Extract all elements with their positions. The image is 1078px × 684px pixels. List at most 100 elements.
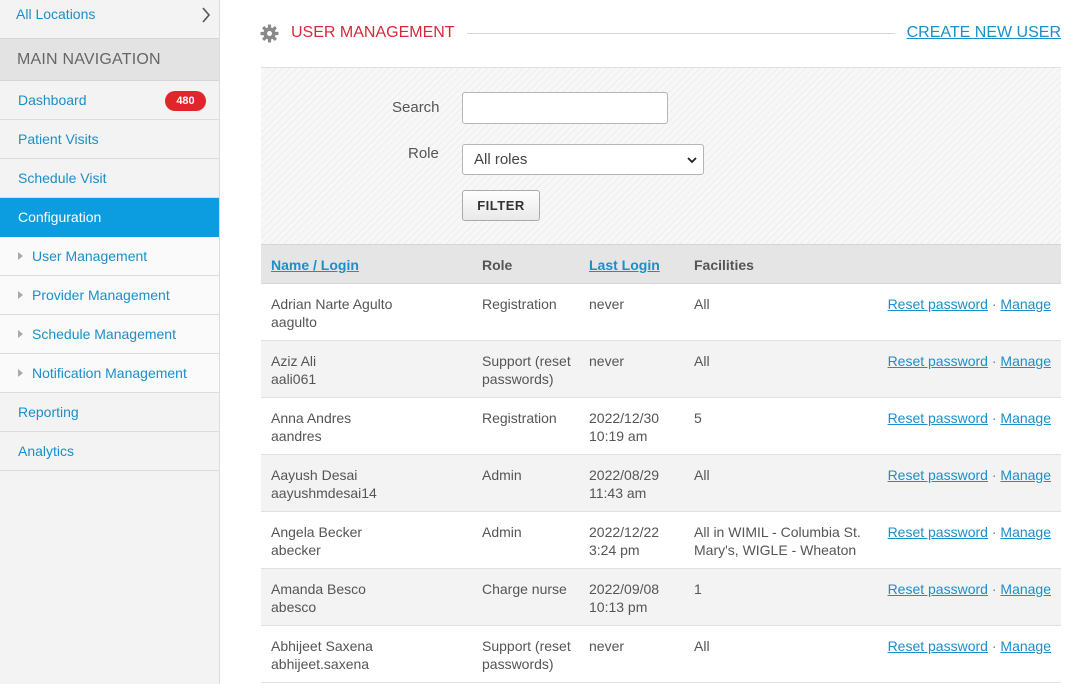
caret-right-icon: [18, 252, 23, 260]
manage-link[interactable]: Manage: [1000, 296, 1051, 312]
sidebar-item-patient-visits[interactable]: Patient Visits: [0, 120, 219, 159]
search-label: Search: [392, 99, 440, 116]
reset-password-link[interactable]: Reset password: [888, 353, 988, 369]
reset-password-link[interactable]: Reset password: [888, 296, 988, 312]
user-name-cell: Anna Andres aandres: [271, 409, 471, 445]
row-actions: Reset password · Manage: [888, 523, 1051, 541]
sidebar-item-provider-management[interactable]: Provider Management: [0, 276, 219, 315]
last-login: 2022/12/22 3:24 pm: [589, 524, 660, 558]
last-login: never: [589, 638, 625, 654]
reset-password-link[interactable]: Reset password: [888, 524, 988, 540]
table-row: Aayush Desai aayushmdesai14 Admin 2022/0…: [261, 455, 1061, 512]
table-header: Name / Login Role Last Login Facilities: [261, 244, 1061, 284]
sidebar-item-schedule-management[interactable]: Schedule Management: [0, 315, 219, 354]
user-login: abecker: [271, 542, 321, 558]
table-row: Adrian Narte Agulto aagulto Registration…: [261, 284, 1061, 341]
user-login: aagulto: [271, 314, 317, 330]
manage-link[interactable]: Manage: [1000, 410, 1051, 426]
caret-right-icon: [18, 369, 23, 377]
sidebar-item-notification-management[interactable]: Notification Management: [0, 354, 219, 393]
user-name: Adrian Narte Agulto: [271, 296, 393, 312]
manage-link[interactable]: Manage: [1000, 524, 1051, 540]
row-actions: Reset password · Manage: [888, 637, 1051, 655]
manage-link[interactable]: Manage: [1000, 353, 1051, 369]
user-name: Aayush Desai: [271, 467, 358, 483]
table-row: Anna Andres aandres Registration 2022/12…: [261, 398, 1061, 455]
chevron-right-icon: [202, 7, 211, 23]
column-header-facilities: Facilities: [694, 257, 754, 273]
column-header-name-login[interactable]: Name / Login: [271, 257, 359, 273]
sidebar-item-reporting[interactable]: Reporting: [0, 393, 219, 432]
facilities: All: [694, 296, 710, 312]
user-name: Abhijeet Saxena: [271, 638, 373, 654]
sidebar-item-label: Reporting: [18, 404, 79, 420]
reset-password-link[interactable]: Reset password: [888, 581, 988, 597]
action-separator: ·: [991, 467, 997, 483]
chevron-down-icon: [687, 157, 697, 164]
sidebar-item-analytics[interactable]: Analytics: [0, 432, 219, 471]
user-name-cell: Aziz Ali aali061: [271, 352, 471, 388]
filter-panel: Search Role All roles FILTER: [261, 67, 1061, 244]
facilities: 1: [694, 581, 702, 597]
user-name-cell: Abhijeet Saxena abhijeet.saxena: [271, 637, 471, 673]
sidebar-item-label: Dashboard: [18, 92, 87, 108]
last-login: 2022/09/08 10:13 pm: [589, 581, 660, 615]
action-separator: ·: [991, 353, 997, 369]
reset-password-link[interactable]: Reset password: [888, 467, 988, 483]
user-role: Admin: [482, 467, 522, 483]
facilities: 5: [694, 410, 702, 426]
sidebar: All Locations MAIN NAVIGATION Dashboard …: [0, 0, 220, 684]
users-table: Name / Login Role Last Login Facilities …: [261, 244, 1061, 683]
column-header-last-login[interactable]: Last Login: [589, 257, 660, 273]
user-name: Aziz Ali: [271, 353, 317, 369]
facilities: All: [694, 467, 710, 483]
main-navigation-header: MAIN NAVIGATION: [0, 38, 219, 81]
user-role: Support (reset passwords): [482, 353, 571, 387]
table-row: Angela Becker abecker Admin 2022/12/22 3…: [261, 512, 1061, 569]
search-input[interactable]: [462, 92, 668, 124]
manage-link[interactable]: Manage: [1000, 638, 1051, 654]
table-row: Abhijeet Saxena abhijeet.saxena Support …: [261, 626, 1061, 683]
row-actions: Reset password · Manage: [888, 580, 1051, 598]
sidebar-item-label: Patient Visits: [18, 131, 99, 147]
facilities: All: [694, 353, 710, 369]
reset-password-link[interactable]: Reset password: [888, 638, 988, 654]
page-header: USER MANAGEMENT CREATE NEW USER: [260, 20, 1061, 46]
user-login: aandres: [271, 428, 322, 444]
manage-link[interactable]: Manage: [1000, 467, 1051, 483]
sidebar-item-label: Schedule Management: [32, 326, 176, 342]
column-header-role: Role: [482, 257, 513, 273]
manage-link[interactable]: Manage: [1000, 581, 1051, 597]
sidebar-item-label: Configuration: [18, 209, 102, 225]
last-login: never: [589, 296, 625, 312]
user-role: Registration: [482, 410, 557, 426]
sidebar-item-user-management[interactable]: User Management: [0, 237, 219, 276]
sidebar-item-dashboard[interactable]: Dashboard 480: [0, 81, 219, 120]
role-select-value: All roles: [474, 151, 528, 168]
user-name: Amanda Besco: [271, 581, 366, 597]
action-separator: ·: [991, 638, 997, 654]
reset-password-link[interactable]: Reset password: [888, 410, 988, 426]
sidebar-item-configuration[interactable]: Configuration: [0, 198, 219, 237]
filter-button[interactable]: FILTER: [462, 190, 540, 221]
user-name-cell: Aayush Desai aayushmdesai14: [271, 466, 471, 502]
user-role: Charge nurse: [482, 581, 567, 597]
sidebar-item-schedule-visit[interactable]: Schedule Visit: [0, 159, 219, 198]
user-login: abhijeet.saxena: [271, 656, 370, 672]
user-name: Anna Andres: [271, 410, 352, 426]
table-row: Amanda Besco abesco Charge nurse 2022/09…: [261, 569, 1061, 626]
role-select[interactable]: All roles: [462, 144, 704, 175]
row-actions: Reset password · Manage: [888, 352, 1051, 370]
location-label: All Locations: [16, 6, 96, 22]
sidebar-item-label: User Management: [32, 248, 148, 264]
table-row: Aziz Ali aali061 Support (reset password…: [261, 341, 1061, 398]
action-separator: ·: [991, 581, 997, 597]
caret-right-icon: [18, 291, 23, 299]
location-selector[interactable]: All Locations: [0, 0, 219, 38]
create-new-user-link[interactable]: CREATE NEW USER: [907, 24, 1061, 42]
last-login: 2022/12/30 10:19 am: [589, 410, 660, 444]
last-login: 2022/08/29 11:43 am: [589, 467, 660, 501]
action-separator: ·: [991, 524, 997, 540]
title-divider: [467, 33, 895, 34]
dashboard-count-badge: 480: [165, 91, 206, 111]
